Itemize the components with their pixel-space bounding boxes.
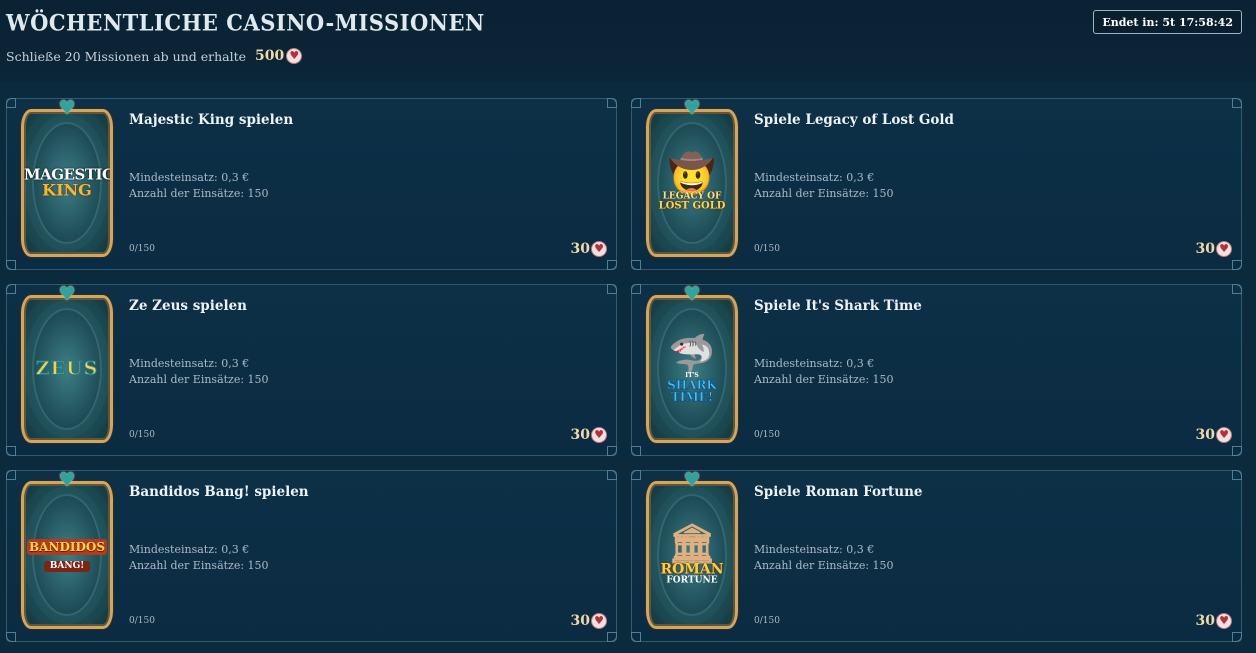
- mission-reward-value: 30: [570, 241, 590, 257]
- total-reward-value: 500: [255, 48, 285, 64]
- mission-card[interactable]: ♥ MAGESTIC KING Majestic King spielen Mi…: [6, 97, 617, 270]
- mission-reward: 30: [571, 241, 607, 257]
- mission-reward: 30: [1196, 613, 1232, 629]
- mission-reward-value: 30: [570, 613, 590, 629]
- mission-bet-count: Anzahl der Einsätze: 150: [129, 559, 269, 572]
- mission-title: Spiele Legacy of Lost Gold: [754, 112, 955, 128]
- mission-progress: 0/150: [129, 430, 155, 440]
- mission-min-bet: Mindesteinsatz: 0,3 €: [129, 543, 250, 556]
- game-thumbnail[interactable]: ZEUS: [21, 295, 113, 443]
- mission-title: Spiele Roman Fortune: [754, 484, 923, 500]
- mission-reward: 30: [571, 613, 607, 629]
- mission-reward-value: 30: [570, 427, 590, 443]
- mission-title: Ze Zeus spielen: [129, 298, 247, 314]
- mission-bet-count: Anzahl der Einsätze: 150: [754, 373, 894, 386]
- mission-progress: 0/150: [754, 616, 780, 626]
- heart-coin-icon: [1216, 427, 1232, 443]
- heart-gem-icon: ♥: [683, 283, 701, 305]
- subtitle-text: Schließe 20 Missionen ab und erhalte: [6, 48, 247, 64]
- mission-bet-count: Anzahl der Einsätze: 150: [129, 187, 269, 200]
- shark-time-logo: 🦈 IT'S SHARK TIME!: [649, 331, 735, 404]
- mission-reward-value: 30: [1195, 427, 1215, 443]
- roman-fortune-logo: 🏛 ROMAN FORTUNE: [649, 520, 735, 586]
- heart-coin-icon: [1216, 613, 1232, 629]
- heart-gem-icon: ♥: [683, 97, 701, 119]
- mission-min-bet: Mindesteinsatz: 0,3 €: [754, 357, 875, 370]
- mission-card[interactable]: ♥ BANDIDOS BANG! Bandidos Bang! spielen …: [6, 469, 617, 642]
- roman-emperor-icon: 🏛: [667, 520, 717, 566]
- page-header: Wöchentliche Casino-Missionen Schließe 2…: [0, 0, 1256, 82]
- heart-gem-icon: ♥: [683, 469, 701, 491]
- mission-min-bet: Mindesteinsatz: 0,3 €: [129, 171, 250, 184]
- heart-gem-icon: ♥: [58, 97, 76, 119]
- mission-bet-count: Anzahl der Einsätze: 150: [754, 559, 894, 572]
- mission-bet-count: Anzahl der Einsätze: 150: [754, 187, 894, 200]
- legacy-of-lost-gold-logo: 🤠 LEGACY OF LOST GOLD: [649, 150, 735, 212]
- game-thumbnail[interactable]: 🏛 ROMAN FORTUNE: [646, 481, 738, 629]
- heart-coin-icon: [591, 427, 607, 443]
- mission-card[interactable]: ♥ 🦈 IT'S SHARK TIME! Spiele It's Shark T…: [631, 283, 1242, 456]
- mission-bet-count: Anzahl der Einsätze: 150: [129, 373, 269, 386]
- game-thumbnail[interactable]: BANDIDOS BANG!: [21, 481, 113, 629]
- mission-card[interactable]: ♥ 🤠 LEGACY OF LOST GOLD Spiele Legacy of…: [631, 97, 1242, 270]
- heart-gem-icon: ♥: [58, 469, 76, 491]
- explorer-character-icon: 🤠: [668, 150, 716, 196]
- mission-min-bet: Mindesteinsatz: 0,3 €: [754, 543, 875, 556]
- page-title: Wöchentliche Casino-Missionen: [6, 9, 485, 36]
- game-thumbnail[interactable]: 🦈 IT'S SHARK TIME!: [646, 295, 738, 443]
- mission-min-bet: Mindesteinsatz: 0,3 €: [754, 171, 875, 184]
- heart-coin-icon: [1216, 241, 1232, 257]
- mission-title: Majestic King spielen: [129, 112, 294, 128]
- mission-title: Spiele It's Shark Time: [754, 298, 922, 314]
- heart-coin-icon: [591, 613, 607, 629]
- heart-gem-icon: ♥: [58, 283, 76, 305]
- page-subtitle: Schließe 20 Missionen ab und erhalte 500: [6, 48, 303, 64]
- mission-progress: 0/150: [754, 430, 780, 440]
- mission-reward: 30: [571, 427, 607, 443]
- ze-zeus-logo: ZEUS: [35, 357, 99, 380]
- heart-coin-icon: [591, 241, 607, 257]
- majestic-king-logo: MAGESTIC KING: [24, 165, 113, 200]
- shark-character-icon: 🦈: [668, 331, 716, 376]
- total-reward: 500: [255, 48, 303, 64]
- mission-reward-value: 30: [1195, 613, 1215, 629]
- countdown-timer: Endet in: 5t 17:58:42: [1093, 10, 1242, 34]
- mission-title: Bandidos Bang! spielen: [129, 484, 309, 500]
- mission-reward: 30: [1196, 241, 1232, 257]
- bandidos-bang-logo: BANDIDOS BANG!: [27, 539, 107, 572]
- mission-reward: 30: [1196, 427, 1232, 443]
- mission-progress: 0/150: [754, 244, 780, 254]
- mission-progress: 0/150: [129, 244, 155, 254]
- mission-reward-value: 30: [1195, 241, 1215, 257]
- mission-card[interactable]: ♥ 🏛 ROMAN FORTUNE Spiele Roman Fortune M…: [631, 469, 1242, 642]
- timer-label: Endet in: 5t 17:58:42: [1102, 15, 1233, 29]
- mission-card[interactable]: ♥ ZEUS Ze Zeus spielen Mindesteinsatz: 0…: [6, 283, 617, 456]
- game-thumbnail[interactable]: MAGESTIC KING: [21, 109, 113, 257]
- heart-coin-icon: [286, 48, 303, 64]
- mission-progress: 0/150: [129, 616, 155, 626]
- mission-min-bet: Mindesteinsatz: 0,3 €: [129, 357, 250, 370]
- game-thumbnail[interactable]: 🤠 LEGACY OF LOST GOLD: [646, 109, 738, 257]
